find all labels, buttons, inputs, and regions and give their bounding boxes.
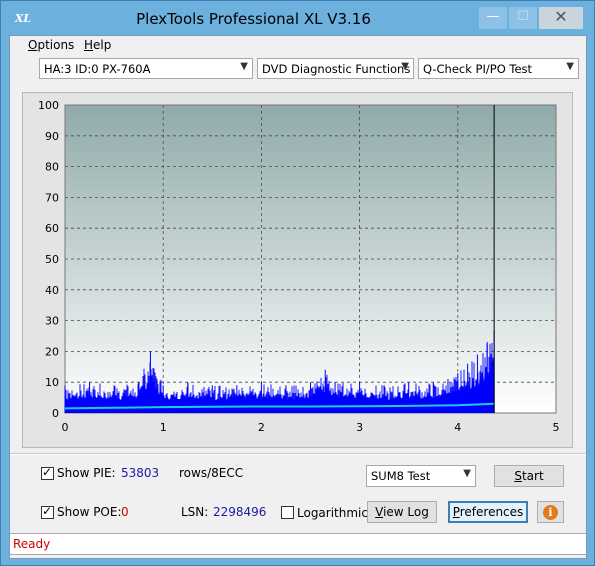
view-log-button[interactable]: View Log [367, 501, 437, 523]
test-select-value: Q-Check PI/PO Test [423, 62, 533, 76]
menu-help-accel: H [84, 38, 94, 52]
x-tick-label: 4 [454, 421, 461, 434]
show-poe-label: Show POE: [57, 505, 122, 519]
info-icon: i [543, 505, 558, 520]
x-tick-label: 5 [553, 421, 560, 434]
app-window: XL PlexTools Professional XL V3.16 — ☐ ✕… [0, 0, 595, 566]
chart-panel: 0 1 2 3 4 5 0 10 20 30 40 50 60 70 80 90 100 [22, 92, 573, 448]
y-tick-label: 30 [45, 315, 59, 328]
view-log-label: iew Log [383, 505, 429, 519]
y-tick-label: 40 [45, 284, 59, 297]
preferences-label: references [459, 505, 524, 519]
preferences-accel: P [452, 505, 460, 519]
logarithmic-checkbox[interactable] [281, 506, 294, 519]
menu-help-label: elp [93, 38, 112, 52]
show-pie-checkbox[interactable]: ✓ [41, 465, 54, 480]
test-mode-select[interactable]: SUM8 Test ▼ [366, 465, 476, 487]
close-button[interactable]: ✕ [539, 7, 583, 29]
test-select[interactable]: Q-Check PI/PO Test ▼ [418, 58, 579, 79]
show-poe-checkbox[interactable]: ✓ [41, 504, 54, 519]
menu-options[interactable]: Options [28, 38, 74, 52]
y-tick-label: 90 [45, 130, 59, 143]
check-icon: ✓ [42, 465, 53, 479]
y-tick-label: 80 [45, 161, 59, 174]
info-button[interactable]: i [537, 501, 564, 523]
x-tick-label: 3 [356, 421, 363, 434]
y-tick-label: 20 [45, 345, 59, 358]
logarithmic-label: Logarithmic [297, 506, 368, 520]
maximize-button[interactable]: ☐ [509, 7, 537, 29]
preferences-button[interactable]: Preferences [448, 501, 528, 523]
separator [10, 453, 586, 455]
status-text: Ready [13, 537, 51, 551]
start-label: tart [521, 469, 544, 483]
chevron-down-icon: ▼ [401, 61, 409, 72]
lsn-value: 2298496 [213, 505, 267, 519]
pie-value: 53803 [121, 466, 160, 480]
drive-select[interactable]: HA:3 ID:0 PX-760A ▼ [39, 58, 253, 79]
y-tick-label: 70 [45, 191, 59, 204]
function-select-value: DVD Diagnostic Functions [262, 62, 411, 76]
chevron-down-icon: ▼ [463, 468, 471, 479]
x-tick-label: 2 [258, 421, 265, 434]
status-bar: Ready [10, 533, 586, 555]
poe-value: 0 [121, 505, 129, 519]
x-axis-ticks: 0 1 2 3 4 5 [62, 421, 560, 434]
function-select[interactable]: DVD Diagnostic Functions ▼ [257, 58, 414, 79]
y-tick-label: 50 [45, 253, 59, 266]
menu-options-label: ptions [37, 38, 75, 52]
test-mode-value: SUM8 Test [371, 469, 431, 483]
drive-select-value: HA:3 ID:0 PX-760A [44, 62, 151, 76]
y-tick-label: 10 [45, 376, 59, 389]
y-tick-label: 60 [45, 222, 59, 235]
start-accel: S [514, 469, 522, 483]
x-tick-label: 0 [62, 421, 69, 434]
chevron-down-icon: ▼ [566, 61, 574, 72]
x-tick-label: 1 [160, 421, 167, 434]
show-pie-label: Show PIE: [57, 466, 116, 480]
lsn-label: LSN: [181, 505, 209, 519]
chevron-down-icon: ▼ [240, 61, 248, 72]
y-tick-label: 100 [38, 99, 59, 112]
main-panel: Options Help HA:3 ID:0 PX-760A ▼ DVD Dia… [9, 35, 587, 559]
pi-po-chart: 0 1 2 3 4 5 0 10 20 30 40 50 60 70 80 90 100 [38, 99, 560, 434]
pie-unit: rows/8ECC [179, 466, 244, 480]
check-icon: ✓ [42, 504, 53, 518]
y-axis-ticks: 0 10 20 30 40 50 60 70 80 90 100 [38, 99, 59, 420]
menu-bar: Options Help [10, 36, 586, 55]
minimize-button[interactable]: — [479, 7, 507, 29]
start-button[interactable]: Start [494, 465, 564, 487]
y-tick-label: 0 [52, 407, 59, 420]
menu-help[interactable]: Help [84, 38, 111, 52]
window-title: PlexTools Professional XL V3.16 [136, 10, 371, 28]
title-bar[interactable]: XL PlexTools Professional XL V3.16 — ☐ ✕ [1, 1, 594, 35]
view-log-accel: V [375, 505, 384, 519]
